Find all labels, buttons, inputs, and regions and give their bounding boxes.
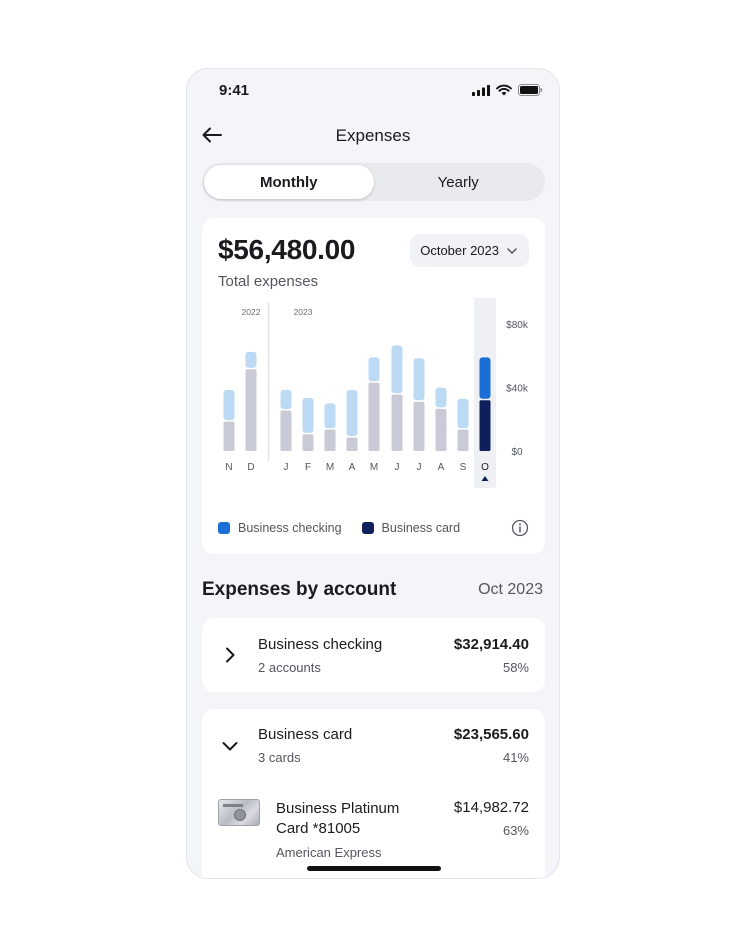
account-name: Business checking: [258, 636, 383, 653]
total-expenses-label: Total expenses: [218, 273, 319, 290]
x-tick-label: J: [395, 462, 400, 473]
y-tick-label: $80k: [506, 320, 529, 331]
year-label: 2023: [294, 307, 313, 317]
bar-business-card: [479, 400, 491, 451]
bar-business-card: [435, 408, 447, 451]
card-issuer: American Express: [276, 845, 382, 860]
battery-icon: [518, 84, 543, 96]
bar-business-card: [368, 382, 380, 451]
month-selector-label: October 2023: [420, 243, 499, 258]
total-expenses-amount: $56,480.00: [218, 234, 356, 265]
wifi-icon: [496, 84, 512, 96]
account-percent: 41%: [502, 750, 529, 765]
bar-business-checking: [479, 357, 491, 399]
card-percent: 63%: [502, 823, 529, 838]
account-amount: $23,565.60: [453, 726, 529, 743]
account-name: Business card: [258, 726, 353, 743]
bar-business-card: [457, 429, 469, 451]
account-sub: 2 accounts: [258, 660, 321, 675]
tab-yearly-label: Yearly: [437, 173, 479, 191]
account-percent: 58%: [502, 660, 529, 675]
bar-business-card: [302, 434, 314, 451]
bar-business-card: [280, 410, 292, 451]
page-title: Expenses: [335, 126, 411, 145]
account-sub: 3 cards: [258, 750, 301, 765]
bar-business-checking: [435, 387, 447, 408]
year-label: 2022: [242, 307, 261, 317]
x-tick-label: D: [247, 462, 254, 473]
chevron-down-icon: [507, 247, 517, 254]
legend-swatch-card: [361, 522, 374, 534]
tab-yearly[interactable]: Yearly: [374, 165, 544, 199]
section-title: Expenses by account: [202, 579, 397, 600]
x-tick-label: N: [225, 462, 232, 473]
x-tick-label: S: [460, 462, 467, 473]
bar-business-checking: [346, 389, 358, 437]
section-date: Oct 2023: [478, 581, 543, 598]
bar-business-checking: [223, 389, 235, 421]
bar-business-checking: [324, 403, 336, 429]
bar-business-card: [245, 369, 257, 451]
account-row-business-checking[interactable]: Business checking 2 accounts $32,914.40 …: [202, 618, 545, 692]
month-selector[interactable]: October 2023: [410, 234, 529, 267]
chevron-right-icon[interactable]: [220, 645, 240, 665]
status-icons: [472, 84, 543, 96]
y-tick-label: $40k: [506, 384, 529, 395]
bar-business-checking: [302, 397, 314, 433]
credit-card-image: [218, 799, 260, 826]
legend-label-card: Business card: [381, 521, 461, 535]
navigation-bar: Expenses: [187, 119, 559, 151]
phone-screen: 9:41 Expenses Monthly Yearly $56,480.00 …: [186, 68, 560, 879]
x-tick-label: F: [305, 462, 311, 473]
bar-business-checking: [413, 358, 425, 401]
x-tick-label: A: [349, 462, 356, 473]
info-icon[interactable]: [511, 519, 529, 537]
bar-business-card: [324, 429, 336, 451]
bar-business-card: [223, 421, 235, 451]
chart-legend: Business checking Business card: [218, 519, 529, 537]
card-name: Business Platinum Card *81005: [276, 800, 400, 837]
y-tick-label: $0: [511, 447, 523, 458]
period-toggle: Monthly Yearly: [202, 163, 545, 201]
bar-business-card: [413, 401, 425, 451]
bar-business-checking: [280, 389, 292, 410]
account-amount: $32,914.40: [453, 636, 529, 653]
legend-label-checking: Business checking: [238, 521, 342, 535]
status-time: 9:41: [219, 82, 250, 99]
x-tick-label: O: [481, 462, 489, 473]
legend-swatch-checking: [218, 522, 230, 534]
bar-business-card: [346, 437, 358, 451]
legend-item-card: Business card: [361, 521, 461, 535]
tab-monthly-label: Monthly: [260, 173, 318, 191]
x-tick-label: M: [370, 462, 378, 473]
chevron-down-icon[interactable]: [220, 736, 240, 756]
bar-business-checking: [457, 398, 469, 429]
expenses-bar-chart: 2022 2023 $0 $40k $80k N D J F M A M J J A S O: [223, 298, 529, 488]
tab-monthly[interactable]: Monthly: [204, 165, 374, 199]
bar-business-checking: [391, 345, 403, 394]
x-tick-label: M: [326, 462, 334, 473]
cellular-signal-icon: [472, 84, 490, 96]
expenses-chart-card: $56,480.00 Total expenses October 2023 2…: [202, 218, 545, 554]
x-tick-label: A: [438, 462, 445, 473]
account-row-business-card: Business card 3 cards $23,565.60 41% Bus…: [202, 709, 545, 878]
status-bar: 9:41: [187, 69, 559, 113]
x-tick-label: J: [284, 462, 289, 473]
legend-item-checking: Business checking: [218, 521, 342, 535]
bar-business-checking: [368, 357, 380, 382]
home-indicator: [307, 866, 441, 871]
bar-business-card: [391, 394, 403, 451]
bar-business-checking: [245, 351, 257, 368]
x-tick-label: J: [417, 462, 422, 473]
card-amount: $14,982.72: [453, 799, 529, 816]
